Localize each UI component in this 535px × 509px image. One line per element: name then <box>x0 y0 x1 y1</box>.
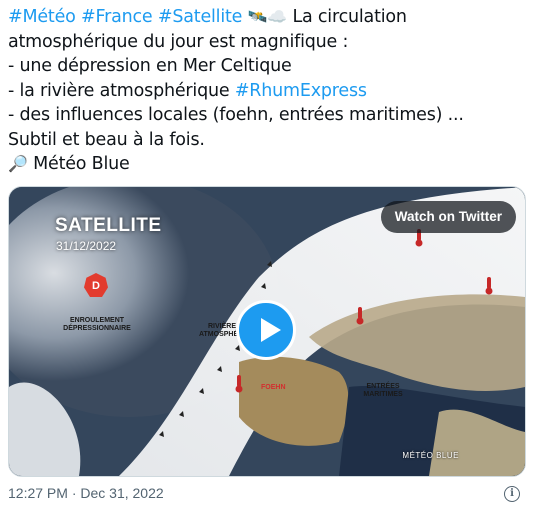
satellite-cloud-emoji-icon: 🛰️☁️ <box>247 7 288 26</box>
video-player[interactable]: SATELLITE 31/12/2022 D ENROULEMENT DÉPRE… <box>8 186 526 477</box>
tweet-line-1: #Météo #France #Satellite 🛰️☁️ La circul… <box>8 5 528 30</box>
tweet-line-5: - des influences locales (foehn, entrées… <box>8 105 464 125</box>
label-foehn: FOEHN <box>261 384 286 391</box>
label-entrees-maritimes: ENTRÉES MARITIMES <box>363 383 403 398</box>
tweet-line-3: - une dépression en Mer Celtique <box>8 56 292 76</box>
tweet-line-2: atmosphérique du jour est magnifique : <box>8 31 349 52</box>
hashtag-france[interactable]: #France <box>81 7 153 27</box>
tweet-timestamp[interactable]: 12:27 PM · Dec 31, 2022 <box>8 485 164 501</box>
magnifier-icon: 🔎 <box>8 154 28 173</box>
watch-on-twitter-button[interactable]: Watch on Twitter <box>380 201 516 233</box>
meteoblue-logo: MÉTÉO BLUE <box>402 451 459 460</box>
tweet-text-segment: La circulation <box>292 7 407 27</box>
tweet-line-4: - la rivière atmosphérique #RhumExpress <box>8 79 528 104</box>
label-enroulement: ENROULEMENT DÉPRESSIONNAIRE <box>63 317 131 332</box>
satellite-title: SATELLITE <box>55 215 162 236</box>
play-icon[interactable] <box>236 300 296 360</box>
hashtag-rhumexpress[interactable]: #RhumExpress <box>235 81 367 101</box>
hashtag-satellite[interactable]: #Satellite <box>158 7 243 27</box>
tweet-line-7: 🔎 Météo Blue <box>8 152 528 177</box>
tweet-line-6: Subtil et beau à la fois. <box>8 129 205 150</box>
tweet-text: #Météo #France #Satellite 🛰️☁️ La circul… <box>8 5 528 177</box>
tweet-text-segment: - la rivière atmosphérique <box>8 80 235 101</box>
satellite-date: 31/12/2022 <box>56 239 117 253</box>
hashtag-meteo[interactable]: #Météo <box>8 7 76 27</box>
source-credit: Météo Blue <box>33 154 130 174</box>
info-icon[interactable]: i <box>504 486 520 502</box>
